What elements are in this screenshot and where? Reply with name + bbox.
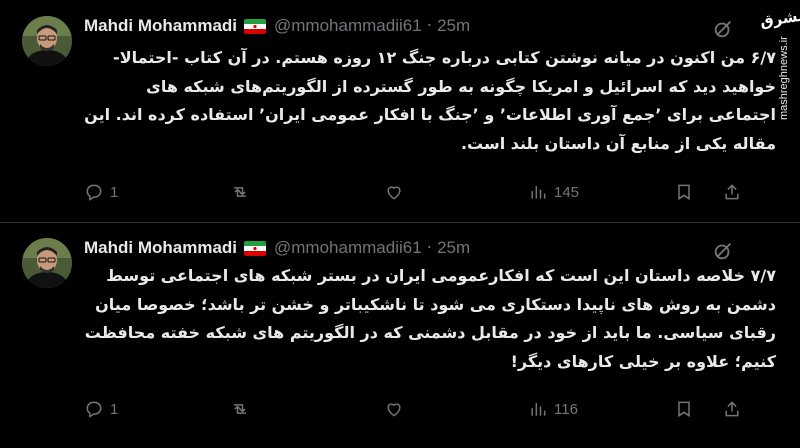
views-count: 116	[554, 400, 578, 418]
like-icon	[387, 186, 401, 200]
share-button[interactable]	[722, 399, 742, 419]
bookmark-icon	[678, 184, 690, 201]
timestamp[interactable]: 25m	[437, 16, 470, 36]
bookmark-button[interactable]	[674, 399, 694, 419]
share-icon	[725, 184, 739, 200]
retweet-button[interactable]	[230, 182, 256, 202]
reply-button[interactable]: 1	[84, 182, 118, 202]
retweet-button[interactable]	[230, 399, 256, 419]
share-button[interactable]	[722, 182, 742, 202]
reply-icon	[86, 401, 102, 418]
like-icon	[387, 403, 401, 417]
bookmark-button[interactable]	[674, 182, 694, 202]
bookmark-icon	[678, 401, 690, 418]
views-icon	[531, 186, 546, 199]
iran-flag-icon	[244, 240, 267, 256]
reply-button[interactable]: 1	[84, 399, 118, 419]
reply-count: 1	[110, 400, 119, 418]
views-icon	[531, 403, 546, 416]
share-icon	[725, 401, 739, 417]
iran-flag-icon	[244, 18, 267, 34]
reply-icon	[86, 184, 102, 201]
retweet-icon	[234, 404, 246, 414]
author-handle[interactable]: @mmohammadii61	[274, 16, 422, 36]
tweet-header: Mahdi Mohammadi @mmohammadii61 · 25m	[84, 14, 470, 38]
author-name[interactable]: Mahdi Mohammadi	[84, 238, 237, 258]
author-handle[interactable]: @mmohammadii61	[274, 238, 422, 258]
views-button[interactable]: 116	[528, 399, 578, 419]
tweet-header: Mahdi Mohammadi @mmohammadii61 · 25m	[84, 236, 470, 260]
views-button[interactable]: 145	[528, 182, 579, 202]
reply-count: 1	[110, 183, 119, 201]
grok-icon[interactable]	[712, 240, 734, 262]
avatar[interactable]	[22, 16, 72, 66]
tweet-1[interactable]: Mahdi Mohammadi @mmohammadii61 · 25m ۶/۷…	[0, 0, 800, 223]
watermark: مشرق mashreghnews.ir	[756, 0, 800, 448]
watermark-logo: مشرق	[758, 6, 800, 31]
watermark-url: mashreghnews.ir	[778, 36, 790, 120]
like-button[interactable]	[384, 399, 410, 419]
tweet-text: ۶/۷ من اکنون در میانه نوشتن کتابی درباره…	[84, 48, 776, 153]
separator: ·	[426, 238, 433, 258]
timestamp[interactable]: 25m	[437, 238, 470, 258]
views-count: 145	[554, 183, 580, 201]
like-button[interactable]	[384, 182, 410, 202]
avatar[interactable]	[22, 238, 72, 288]
action-bar: 1 116	[84, 397, 780, 421]
separator: ·	[426, 16, 433, 36]
author-name[interactable]: Mahdi Mohammadi	[84, 16, 237, 36]
retweet-icon	[234, 187, 246, 197]
grok-icon[interactable]	[712, 18, 734, 40]
action-bar: 1 145	[84, 180, 780, 204]
tweet-2[interactable]: Mahdi Mohammadi @mmohammadii61 · 25m ۷/۷…	[0, 222, 800, 448]
tweet-text: ۷/۷ خلاصه داستان این است که افکارعمومی ا…	[84, 266, 776, 371]
